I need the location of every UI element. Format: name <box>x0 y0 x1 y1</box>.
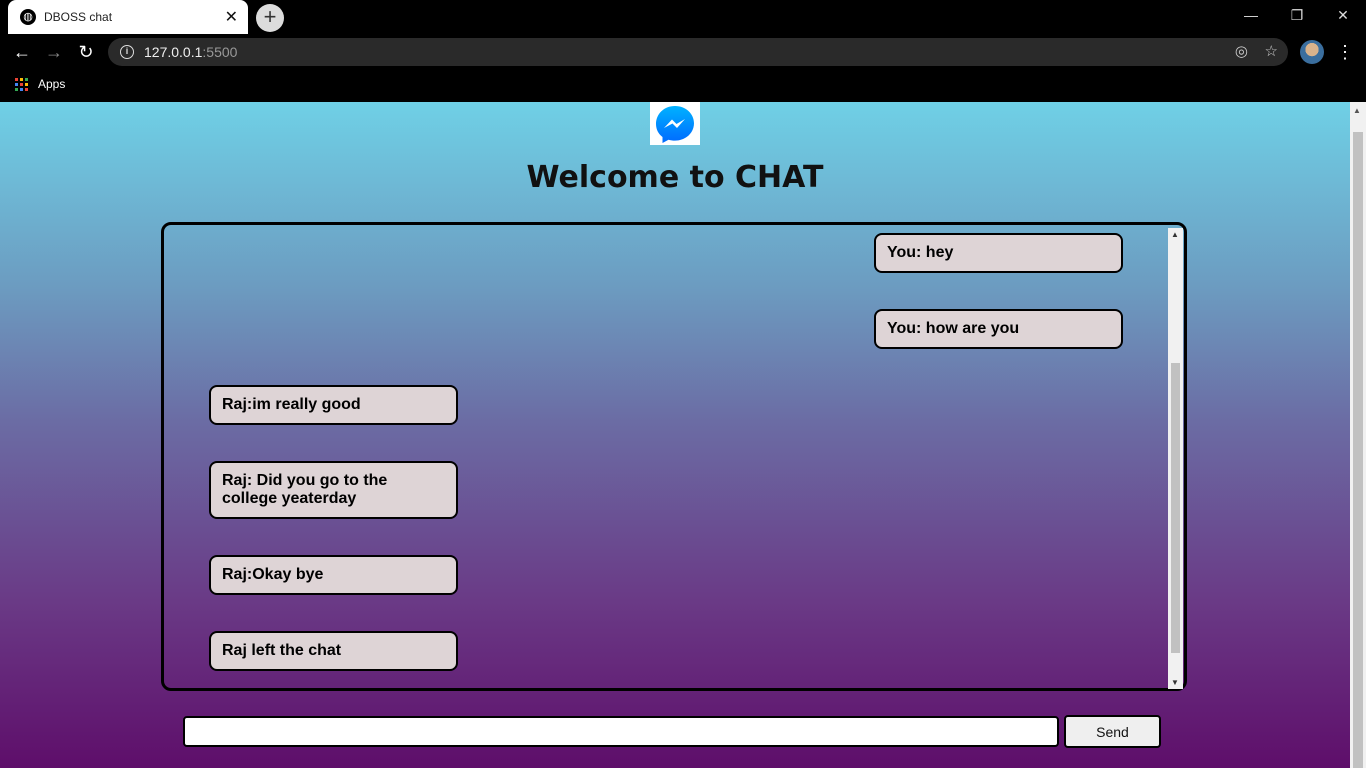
star-icon[interactable]: ☆ <box>1265 42 1278 62</box>
forward-arrow-icon[interactable]: → <box>42 40 66 64</box>
message-input[interactable] <box>183 716 1059 747</box>
page-viewport: Welcome to CHAT You: hey You: how are yo… <box>0 102 1366 768</box>
page-title: Welcome to CHAT <box>526 160 824 195</box>
maximize-button[interactable]: ❐ <box>1274 0 1320 30</box>
eye-off-icon[interactable]: ◎ <box>1235 42 1248 62</box>
chat-system-message: Raj left the chat <box>209 631 458 671</box>
browser-tab[interactable]: ◍ DBOSS chat ✕ <box>8 0 248 34</box>
tab-bar: ◍ DBOSS chat ✕ + — ❐ ✕ <box>0 0 1366 34</box>
address-bar[interactable]: i 127.0.0.1:5500 ◎ ☆ <box>108 38 1288 66</box>
page-scrollbar[interactable]: ▲ <box>1350 102 1366 768</box>
url-port: :5500 <box>202 44 238 60</box>
browser-toolbar: ← → ↻ i 127.0.0.1:5500 ◎ ☆ ⋮ <box>0 34 1366 70</box>
chat-message-received: Raj: Did you go to the college yeaterday <box>209 461 458 519</box>
tab-title: DBOSS chat <box>44 10 113 24</box>
page-scroll-up-icon[interactable]: ▲ <box>1353 106 1361 115</box>
apps-grid-icon[interactable] <box>15 78 28 91</box>
globe-icon: ◍ <box>20 9 36 25</box>
messenger-logo <box>650 102 700 145</box>
chat-message-received: Raj:im really good <box>209 385 458 425</box>
chat-window[interactable]: You: hey You: how are you Raj:im really … <box>161 222 1187 691</box>
reload-icon[interactable]: ↻ <box>74 40 98 64</box>
send-button[interactable]: Send <box>1064 715 1161 748</box>
url-host: 127.0.0.1 <box>144 44 203 60</box>
messenger-icon <box>656 106 694 143</box>
minimize-button[interactable]: — <box>1228 0 1274 30</box>
scroll-down-icon[interactable]: ▼ <box>1171 678 1179 687</box>
apps-bookmark[interactable]: Apps <box>38 77 65 91</box>
window-close-button[interactable]: ✕ <box>1320 0 1366 30</box>
new-tab-button[interactable]: + <box>256 4 284 32</box>
bookmarks-bar: Apps <box>0 70 1366 102</box>
tab-close-icon[interactable]: ✕ <box>225 7 238 27</box>
chat-message-sent: You: hey <box>874 233 1123 273</box>
back-arrow-icon[interactable]: ← <box>10 40 34 64</box>
site-info-icon[interactable]: i <box>120 45 134 59</box>
chat-scrollbar[interactable]: ▲ ▼ <box>1168 228 1183 689</box>
menu-dots-icon[interactable]: ⋮ <box>1336 40 1354 64</box>
chat-message-sent: You: how are you <box>874 309 1123 349</box>
profile-avatar[interactable] <box>1300 40 1324 64</box>
chat-message-received: Raj:Okay bye <box>209 555 458 595</box>
chat-scrollbar-thumb[interactable] <box>1171 363 1180 653</box>
scroll-up-icon[interactable]: ▲ <box>1171 230 1179 239</box>
page-scrollbar-thumb[interactable] <box>1353 132 1363 768</box>
